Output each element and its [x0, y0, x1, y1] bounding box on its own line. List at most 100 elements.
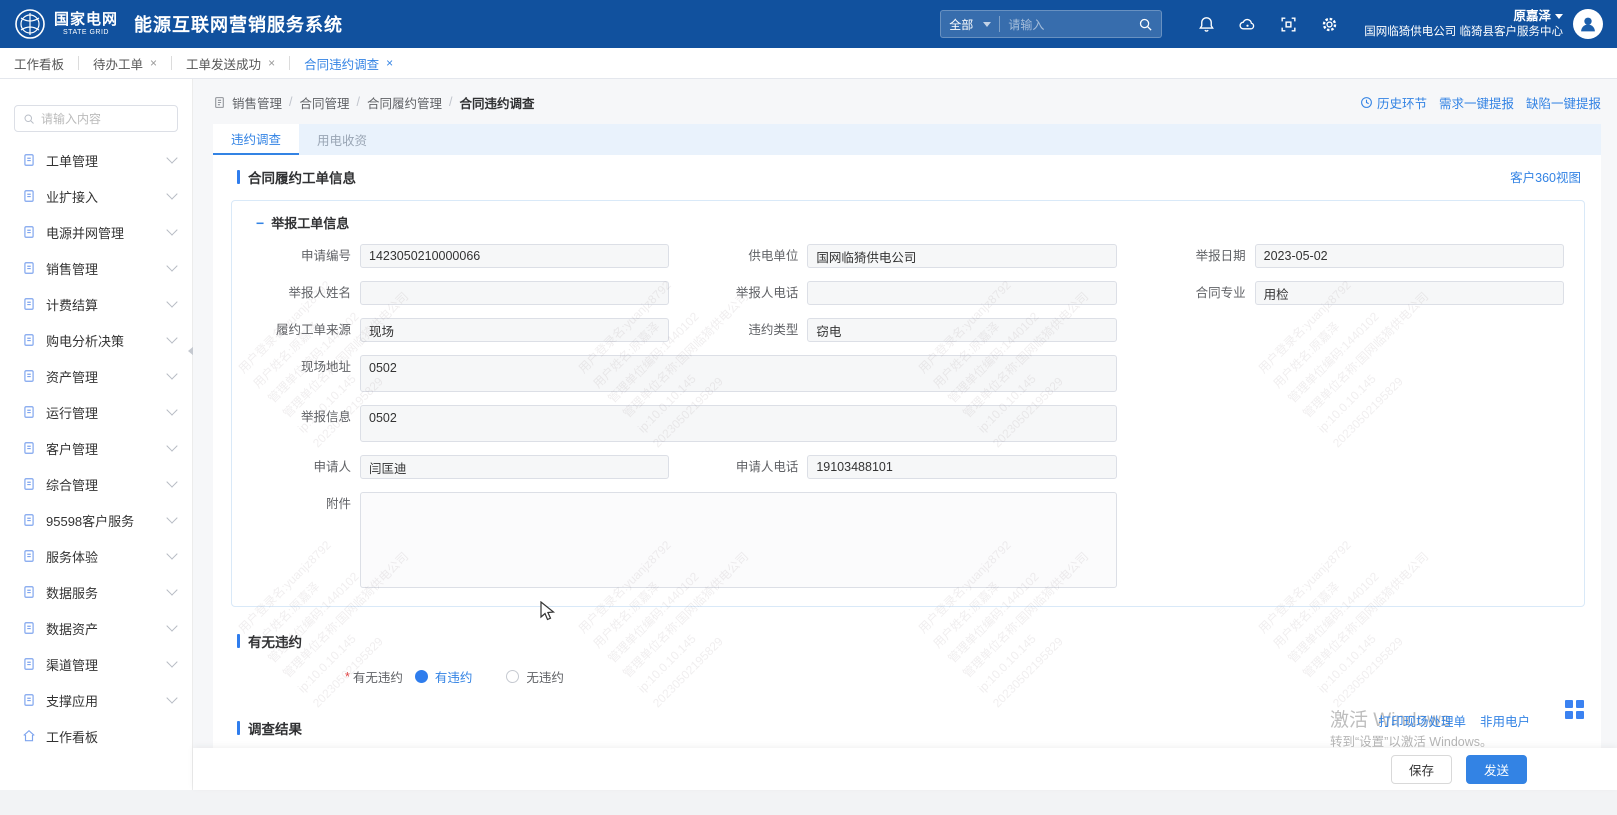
- sidebar-item[interactable]: 渠道管理: [0, 646, 192, 682]
- user-org: 国网临猗供电公司 临猗县客户服务中心: [1364, 25, 1563, 39]
- apps-grid-icon[interactable]: [1565, 700, 1584, 719]
- field-order-source: 履约工单来源: [238, 318, 669, 342]
- radio-unselected-icon[interactable]: [506, 670, 519, 683]
- user-name: 原嘉泽: [1513, 9, 1551, 23]
- apply-no-input[interactable]: [360, 244, 669, 268]
- chevron-down-icon: [166, 152, 177, 163]
- has-violation-field: * 有无违约 有违约 无违约: [345, 667, 1601, 686]
- chevron-down-icon: [166, 296, 177, 307]
- global-search[interactable]: 全部 请输入: [940, 10, 1162, 38]
- breadcrumb-item[interactable]: 销售管理: [232, 93, 282, 112]
- required-asterisk: *: [345, 670, 350, 684]
- doc-icon: [22, 441, 36, 455]
- sidebar-item[interactable]: 95598客户服务: [0, 502, 192, 538]
- sidebar: 请输入内容 工单管理业扩接入电源并网管理销售管理计费结算购电分析决策资产管理运行…: [0, 79, 193, 790]
- sidebar-item[interactable]: 数据资产: [0, 610, 192, 646]
- sidebar-item-workboard[interactable]: 工作看板: [0, 718, 192, 754]
- radio-selected-icon[interactable]: [415, 670, 428, 683]
- search-scope-select[interactable]: 全部: [949, 16, 973, 33]
- app-window: 国家电网 STATE GRID 能源互联网营销服务系统 全部 请输入: [0, 0, 1617, 815]
- field-contract-major: 合同专业: [1133, 281, 1564, 305]
- chevron-down-icon: [166, 188, 177, 199]
- search-icon[interactable]: [1138, 17, 1153, 32]
- nav-tab-violation-survey[interactable]: 合同违约调查×: [290, 48, 407, 78]
- applicant-phone-input[interactable]: [807, 455, 1116, 479]
- sidebar-item[interactable]: 综合管理: [0, 466, 192, 502]
- chevron-down-icon: [166, 368, 177, 379]
- history-link[interactable]: 历史环节: [1360, 93, 1427, 112]
- send-button[interactable]: 发送: [1466, 755, 1527, 784]
- clock-icon: [1360, 96, 1373, 109]
- reporter-phone-input[interactable]: [807, 281, 1116, 305]
- sidebar-item[interactable]: 客户管理: [0, 430, 192, 466]
- sidebar-item[interactable]: 资产管理: [0, 358, 192, 394]
- doc-icon: [22, 297, 36, 311]
- content-card: 客户360视图 合同履约工单信息 − 举报工单信息 申请编号 供电单位: [213, 155, 1601, 748]
- non-power-user-link[interactable]: 非用电户: [1480, 711, 1530, 730]
- tab-power-collection[interactable]: 用电收资: [299, 124, 385, 155]
- nav-tabbar: 工作看板 待办工单× 工单发送成功× 合同违约调查×: [0, 48, 1617, 79]
- field-attachment: 附件: [238, 492, 1117, 588]
- sidebar-item[interactable]: 计费结算: [0, 286, 192, 322]
- report-date-input[interactable]: [1255, 244, 1564, 268]
- order-source-input[interactable]: [360, 318, 669, 342]
- fullscreen-icon[interactable]: [1279, 15, 1298, 34]
- chevron-down-icon: [983, 22, 991, 27]
- sidebar-search-input[interactable]: 请输入内容: [14, 105, 178, 132]
- nav-tab-workboard[interactable]: 工作看板: [0, 48, 78, 78]
- sidebar-item[interactable]: 服务体验: [0, 538, 192, 574]
- subsection-report-order[interactable]: − 举报工单信息: [256, 213, 1564, 232]
- sidebar-item[interactable]: 数据服务: [0, 574, 192, 610]
- user-block[interactable]: 原嘉泽 国网临猗供电公司 临猗县客户服务中心: [1364, 9, 1563, 39]
- nav-tab-sent[interactable]: 工单发送成功×: [172, 48, 289, 78]
- avatar[interactable]: [1573, 9, 1603, 39]
- radio-no-violation[interactable]: 无违约: [506, 667, 564, 686]
- doc-icon: [22, 585, 36, 599]
- sidebar-item[interactable]: 业扩接入: [0, 178, 192, 214]
- site-address-textarea[interactable]: 0502: [360, 355, 1117, 392]
- search-input[interactable]: 请输入: [1008, 16, 1138, 33]
- contract-major-input[interactable]: [1255, 281, 1564, 305]
- tab-violation-survey[interactable]: 违约调查: [213, 124, 299, 155]
- close-icon[interactable]: ×: [150, 56, 157, 70]
- breadcrumb-item-current: 合同违约调查: [460, 93, 535, 112]
- applicant-input[interactable]: [360, 455, 669, 479]
- breadcrumb-item[interactable]: 合同履约管理: [367, 93, 442, 112]
- bell-icon[interactable]: [1197, 15, 1216, 34]
- attachment-area[interactable]: [360, 492, 1117, 588]
- gear-icon[interactable]: [1320, 15, 1339, 34]
- doc-icon: [22, 369, 36, 383]
- violation-type-input[interactable]: [807, 318, 1116, 342]
- close-icon[interactable]: ×: [268, 56, 275, 70]
- radio-has-violation[interactable]: 有违约: [415, 667, 473, 686]
- sidebar-item[interactable]: 工单管理: [0, 142, 192, 178]
- sidebar-item[interactable]: 购电分析决策: [0, 322, 192, 358]
- print-site-order-link[interactable]: 打印现场处理单: [1378, 711, 1466, 730]
- save-button[interactable]: 保存: [1391, 755, 1452, 784]
- demand-report-link[interactable]: 需求一键提报: [1439, 93, 1514, 112]
- reporter-name-input[interactable]: [360, 281, 669, 305]
- field-reporter-phone: 举报人电话: [685, 281, 1116, 305]
- sidebar-item[interactable]: 支撑应用: [0, 682, 192, 718]
- sidebar-item[interactable]: 销售管理: [0, 250, 192, 286]
- sidebar-menu: 工单管理业扩接入电源并网管理销售管理计费结算购电分析决策资产管理运行管理客户管理…: [0, 142, 192, 718]
- chevron-down-icon: [166, 548, 177, 559]
- field-report-info: 举报信息 0502: [238, 405, 1117, 442]
- chevron-down-icon: [166, 512, 177, 523]
- breadcrumb-item[interactable]: 合同管理: [300, 93, 350, 112]
- sidebar-item[interactable]: 电源并网管理: [0, 214, 192, 250]
- supply-org-input[interactable]: [807, 244, 1116, 268]
- doc-icon: [22, 189, 36, 203]
- doc-icon: [22, 621, 36, 635]
- collapse-minus-icon[interactable]: −: [256, 215, 264, 231]
- report-info-textarea[interactable]: 0502: [360, 405, 1117, 442]
- customer-360-link[interactable]: 客户360视图: [1510, 167, 1581, 186]
- defect-report-link[interactable]: 缺陷一键提报: [1526, 93, 1601, 112]
- nav-tab-todo[interactable]: 待办工单×: [79, 48, 171, 78]
- close-icon[interactable]: ×: [386, 56, 393, 70]
- cloud-icon[interactable]: [1238, 15, 1257, 34]
- field-site-address: 现场地址 0502: [238, 355, 1117, 392]
- content-tabstrip: 违约调查 用电收资: [213, 124, 1601, 155]
- sidebar-item[interactable]: 运行管理: [0, 394, 192, 430]
- chevron-down-icon: [166, 224, 177, 235]
